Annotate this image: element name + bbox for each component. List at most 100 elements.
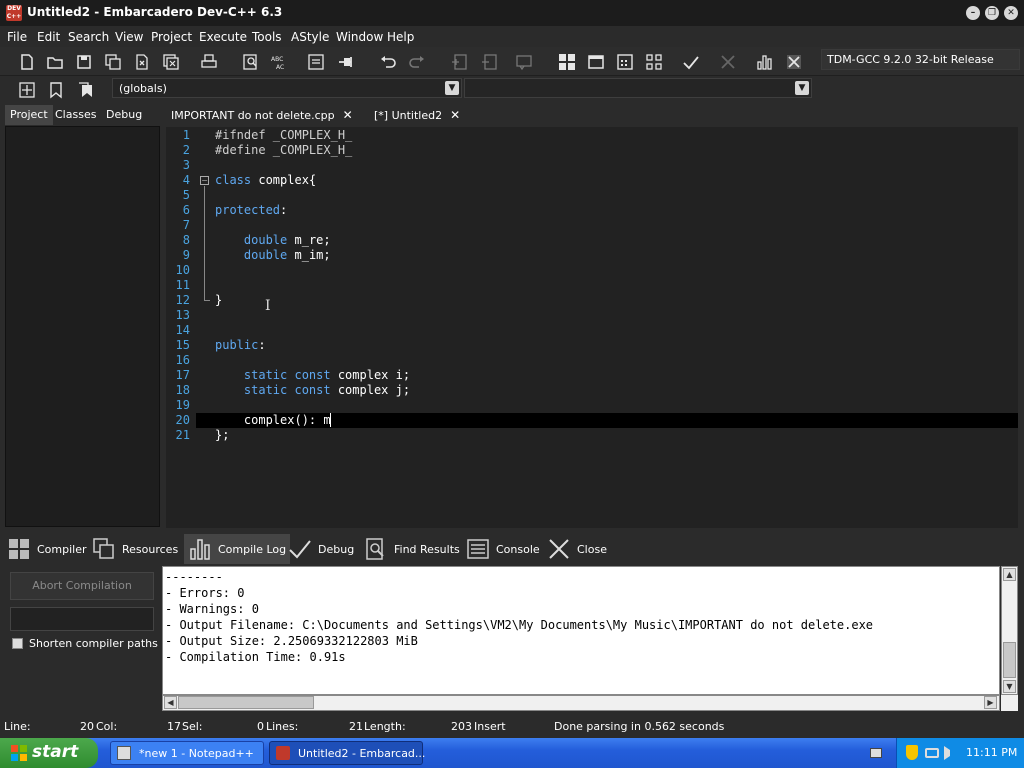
save-all-button[interactable] bbox=[101, 51, 125, 73]
members-combo[interactable]: ▼ bbox=[464, 78, 812, 98]
unindent-button[interactable] bbox=[334, 51, 358, 73]
scroll-up-icon[interactable]: ▲ bbox=[1003, 568, 1016, 581]
scroll-left-icon[interactable]: ◀ bbox=[164, 696, 177, 709]
toggle-bookmark-button[interactable] bbox=[44, 79, 68, 101]
tab-find-results[interactable]: Find Results bbox=[360, 534, 464, 564]
code-line[interactable]: static const complex i; bbox=[196, 368, 1018, 383]
menu-file[interactable]: File bbox=[7, 30, 27, 44]
menu-view[interactable]: View bbox=[115, 30, 143, 44]
redo-button[interactable] bbox=[405, 51, 429, 73]
taskbar-devcpp[interactable]: Untitled2 - Embarcad... bbox=[269, 741, 425, 765]
stop-execution-button[interactable] bbox=[716, 51, 740, 73]
chevron-down-icon[interactable]: ▼ bbox=[445, 81, 459, 95]
globals-combo[interactable]: (globals) ▼ bbox=[112, 78, 462, 98]
editor-tab-untitled2[interactable]: [*] Untitled2 ✕ bbox=[368, 105, 466, 125]
code-line[interactable]: public: bbox=[196, 338, 1018, 353]
code-line[interactable] bbox=[196, 323, 1018, 338]
log-horizontal-scrollbar[interactable]: ◀ ▶ bbox=[162, 695, 1000, 711]
rebuild-button[interactable] bbox=[642, 51, 666, 73]
scroll-right-icon[interactable]: ▶ bbox=[984, 696, 997, 709]
volume-icon[interactable] bbox=[944, 746, 956, 760]
code-line[interactable]: } bbox=[196, 293, 1018, 308]
tab-project[interactable]: Project bbox=[5, 105, 53, 125]
menu-search[interactable]: Search bbox=[68, 30, 109, 44]
tab-console[interactable]: Console bbox=[462, 534, 544, 564]
compiler-select[interactable]: TDM-GCC 9.2.0 32-bit Release bbox=[821, 49, 1020, 70]
menu-tools[interactable]: Tools bbox=[252, 30, 282, 44]
replace-button[interactable]: ABC AC bbox=[267, 51, 291, 73]
minimize-button[interactable]: – bbox=[966, 6, 980, 20]
undo-button[interactable] bbox=[376, 51, 400, 73]
code-line[interactable]: protected: bbox=[196, 203, 1018, 218]
add-to-project-button[interactable] bbox=[447, 51, 471, 73]
code-line[interactable] bbox=[196, 308, 1018, 323]
close-file-button[interactable] bbox=[130, 51, 154, 73]
new-file-button[interactable] bbox=[15, 51, 39, 73]
code-line[interactable] bbox=[196, 188, 1018, 203]
code-line[interactable]: double m_re; bbox=[196, 233, 1018, 248]
code-line[interactable] bbox=[196, 263, 1018, 278]
tab-compiler[interactable]: Compiler bbox=[3, 534, 91, 564]
tab-debug-output[interactable]: Debug bbox=[284, 534, 358, 564]
run-button[interactable] bbox=[584, 51, 608, 73]
delete-profile-button[interactable] bbox=[782, 51, 806, 73]
restore-button[interactable]: ❐ bbox=[985, 6, 999, 20]
code-line[interactable]: double m_im; bbox=[196, 248, 1018, 263]
save-button[interactable] bbox=[72, 51, 96, 73]
shorten-paths-checkbox[interactable] bbox=[12, 638, 23, 649]
code-line[interactable] bbox=[196, 158, 1018, 173]
tab-close[interactable]: Close bbox=[543, 534, 611, 564]
clock[interactable]: 11:11 PM bbox=[966, 746, 1017, 759]
scroll-down-icon[interactable]: ▼ bbox=[1003, 680, 1016, 693]
project-tree-panel[interactable] bbox=[5, 126, 160, 527]
scroll-thumb[interactable] bbox=[1003, 642, 1016, 678]
code-line-current[interactable]: complex(): m​ bbox=[196, 413, 1018, 428]
close-tab-icon[interactable]: ✕ bbox=[343, 108, 353, 122]
syntax-check-button[interactable] bbox=[679, 51, 703, 73]
taskbar-notepadpp[interactable]: *new 1 - Notepad++ bbox=[110, 741, 264, 765]
insert-button[interactable] bbox=[15, 79, 39, 101]
profile-button[interactable] bbox=[753, 51, 777, 73]
menu-window[interactable]: Window bbox=[336, 30, 383, 44]
code-line[interactable]: }; bbox=[196, 428, 1018, 443]
shield-icon[interactable] bbox=[906, 745, 918, 760]
code-line[interactable] bbox=[196, 353, 1018, 368]
code-line[interactable] bbox=[196, 278, 1018, 293]
fold-toggle-icon[interactable]: − bbox=[200, 176, 209, 185]
close-all-button[interactable] bbox=[159, 51, 183, 73]
code-editor[interactable]: #ifndef _COMPLEX_H_ #define _COMPLEX_H_cl… bbox=[196, 127, 1018, 528]
close-tab-icon[interactable]: ✕ bbox=[450, 108, 460, 122]
network-icon[interactable] bbox=[925, 748, 939, 758]
project-options-button[interactable] bbox=[512, 51, 536, 73]
remove-from-project-button[interactable] bbox=[477, 51, 501, 73]
abort-compilation-button[interactable]: Abort Compilation bbox=[10, 572, 154, 600]
menu-edit[interactable]: Edit bbox=[37, 30, 60, 44]
tab-debug[interactable]: Debug bbox=[101, 105, 147, 125]
close-window-button[interactable]: ✕ bbox=[1004, 6, 1018, 20]
goto-bookmark-button[interactable] bbox=[73, 79, 97, 101]
open-file-button[interactable] bbox=[43, 51, 67, 73]
editor-tab-important[interactable]: IMPORTANT do not delete.cpp ✕ bbox=[165, 105, 359, 125]
code-line[interactable]: #ifndef _COMPLEX_H_ bbox=[196, 128, 1018, 143]
code-line[interactable]: static const complex j; bbox=[196, 383, 1018, 398]
tab-compile-log[interactable]: Compile Log bbox=[184, 534, 291, 564]
code-line[interactable]: class complex{ bbox=[196, 173, 1018, 188]
tab-resources[interactable]: Resources bbox=[88, 534, 182, 564]
log-vertical-scrollbar[interactable]: ▲ ▼ bbox=[1001, 566, 1018, 695]
keyboard-icon[interactable] bbox=[870, 748, 882, 758]
scroll-thumb[interactable] bbox=[178, 696, 314, 709]
compile-button[interactable] bbox=[555, 51, 579, 73]
compile-run-button[interactable] bbox=[613, 51, 637, 73]
chevron-down-icon[interactable]: ▼ bbox=[795, 81, 809, 95]
code-line[interactable] bbox=[196, 218, 1018, 233]
print-button[interactable] bbox=[197, 51, 221, 73]
compile-log-output[interactable]: -------- - Errors: 0 - Warnings: 0 - Output… bbox=[162, 566, 1000, 695]
menu-help[interactable]: Help bbox=[387, 30, 414, 44]
indent-button[interactable] bbox=[304, 51, 328, 73]
menu-execute[interactable]: Execute bbox=[199, 30, 247, 44]
tab-classes[interactable]: Classes bbox=[50, 105, 101, 125]
code-line[interactable]: #define _COMPLEX_H_ bbox=[196, 143, 1018, 158]
menu-project[interactable]: Project bbox=[151, 30, 192, 44]
menu-astyle[interactable]: AStyle bbox=[291, 30, 329, 44]
code-line[interactable] bbox=[196, 398, 1018, 413]
